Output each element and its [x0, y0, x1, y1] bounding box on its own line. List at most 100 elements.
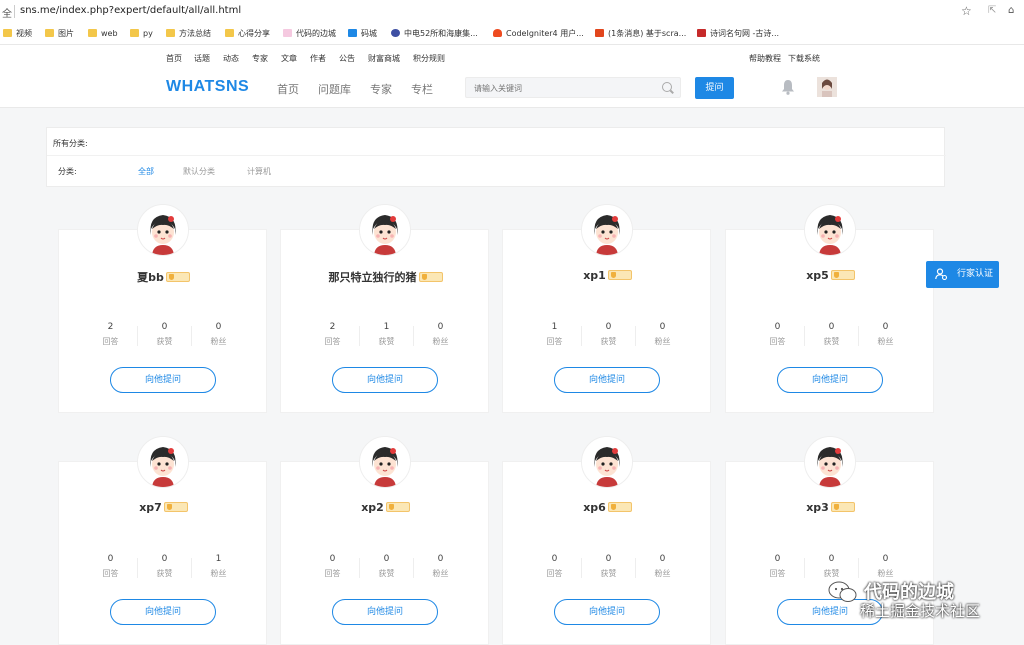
- stat-label: 回答: [102, 569, 119, 578]
- divider: [581, 558, 582, 578]
- stat-value: 0: [437, 554, 444, 564]
- expert-name[interactable]: xp1: [583, 269, 606, 282]
- topnav-link[interactable]: 动态: [223, 53, 239, 64]
- ask-him-button[interactable]: 向他提问: [332, 367, 438, 393]
- site-icon: [697, 29, 706, 37]
- stat-value: 2: [329, 322, 336, 332]
- stat-value: 0: [605, 554, 612, 564]
- stat-value: 0: [659, 554, 666, 564]
- ask-him-button[interactable]: 向他提问: [110, 367, 216, 393]
- stat-item: 0 粉丝: [636, 553, 689, 580]
- topnav-link[interactable]: 财富商城: [368, 53, 400, 64]
- stat-item: 0 获赞: [582, 553, 635, 580]
- stat-value: 1: [215, 554, 222, 564]
- expert-avatar[interactable]: [137, 436, 189, 488]
- site-info-label[interactable]: 全: [2, 5, 12, 20]
- expert-badge-icon: [607, 502, 632, 512]
- expert-name[interactable]: xp3: [806, 501, 829, 514]
- expert-name[interactable]: xp5: [806, 269, 829, 282]
- divider: [47, 155, 946, 156]
- nav-questions[interactable]: 问题库: [318, 81, 351, 97]
- topnav-link[interactable]: 专家: [252, 53, 268, 64]
- bookmark-item[interactable]: 诗词名句网 -古诗...: [697, 27, 779, 41]
- expert-avatar[interactable]: [804, 436, 856, 488]
- expert-avatar[interactable]: [359, 436, 411, 488]
- ask-him-button[interactable]: 向他提问: [110, 599, 216, 625]
- expert-name[interactable]: 夏bb: [137, 271, 164, 284]
- top-nav: 首页 话题 动态 专家 文章 作者 公告 财富商城 积分规则 帮助教程 下载系统: [0, 45, 1024, 70]
- stat-label: 获赞: [156, 337, 173, 346]
- bell-icon[interactable]: [781, 79, 795, 95]
- ask-him-button[interactable]: 向他提问: [777, 367, 883, 393]
- expert-stats: 1 回答 0 获赞 0 粉丝: [528, 321, 688, 351]
- folder-icon: [166, 29, 175, 37]
- ask-him-button[interactable]: 向他提问: [554, 367, 660, 393]
- bookmark-item[interactable]: 代码的边城: [283, 27, 336, 41]
- stat-label: 回答: [769, 337, 786, 346]
- stat-label: 回答: [324, 569, 341, 578]
- bookmark-item[interactable]: 视频: [3, 27, 32, 41]
- url-field[interactable]: sns.me/index.php?expert/default/all/all.…: [20, 5, 241, 16]
- category-computer[interactable]: 计算机: [247, 166, 271, 177]
- expert-name[interactable]: xp6: [583, 501, 606, 514]
- expert-name[interactable]: xp7: [139, 501, 162, 514]
- stat-value: 0: [774, 554, 781, 564]
- extension-icon[interactable]: ⇱: [988, 5, 998, 17]
- expert-avatar[interactable]: [581, 204, 633, 256]
- bookmark-item[interactable]: 心得分享: [225, 27, 270, 41]
- category-all[interactable]: 全部: [138, 166, 154, 177]
- topnav-link[interactable]: 首页: [166, 53, 182, 64]
- bookmark-item[interactable]: 码城: [348, 27, 377, 41]
- bookmark-item[interactable]: web: [88, 27, 118, 41]
- divider: [581, 326, 582, 346]
- bookmark-star-icon[interactable]: ☆: [961, 4, 972, 18]
- bookmark-item[interactable]: 方法总结: [166, 27, 211, 41]
- expert-stats: 0 回答 0 获赞 0 粉丝: [306, 553, 466, 583]
- divider: [804, 558, 805, 578]
- topnav-link[interactable]: 话题: [194, 53, 210, 64]
- nav-columns[interactable]: 专栏: [411, 81, 433, 97]
- bookmark-item[interactable]: 图片: [45, 27, 74, 41]
- stat-item: 0 获赞: [805, 321, 858, 348]
- bookmark-item[interactable]: py: [130, 27, 153, 41]
- expert-avatar[interactable]: [581, 436, 633, 488]
- stat-label: 获赞: [378, 337, 395, 346]
- topnav-link[interactable]: 积分规则: [413, 53, 445, 64]
- expert-name[interactable]: xp2: [361, 501, 384, 514]
- search-input[interactable]: [472, 80, 656, 97]
- ask-him-button[interactable]: 向他提问: [554, 599, 660, 625]
- expert-avatar[interactable]: [359, 204, 411, 256]
- stat-item: 0 回答: [528, 553, 581, 580]
- divider: [635, 558, 636, 578]
- download-link[interactable]: 下载系统: [788, 53, 820, 64]
- ask-question-button[interactable]: 提问: [695, 77, 734, 99]
- category-panel: 所有分类: 分类: 全部 默认分类 计算机: [46, 127, 946, 187]
- stat-item: 0 粉丝: [859, 553, 912, 580]
- stat-value: 0: [215, 322, 222, 332]
- divider: [635, 326, 636, 346]
- expert-card: xp6 0 回答 0 获赞 0 粉丝向他提问: [502, 436, 711, 645]
- user-avatar[interactable]: [817, 77, 837, 97]
- nav-experts[interactable]: 专家: [370, 81, 392, 97]
- expert-avatar[interactable]: [137, 204, 189, 256]
- bookmark-item[interactable]: 中电52所和海康集...: [391, 27, 478, 41]
- category-default[interactable]: 默认分类: [183, 166, 215, 177]
- expert-avatar[interactable]: [804, 204, 856, 256]
- help-link[interactable]: 帮助教程: [749, 53, 781, 64]
- bookmark-item[interactable]: CodeIgniter4 用户...: [493, 27, 584, 41]
- expert-certify-button[interactable]: 行家认证: [926, 261, 999, 288]
- expert-name[interactable]: 那只特立独行的猪: [329, 271, 417, 284]
- topnav-link[interactable]: 公告: [339, 53, 355, 64]
- ask-him-button[interactable]: 向他提问: [332, 599, 438, 625]
- bookmarks-bar: 视频 图片 web py 方法总结 心得分享 代码的边城 码城 中电52所和海康…: [0, 24, 1024, 45]
- nav-home[interactable]: 首页: [277, 81, 299, 97]
- folder-icon: [225, 29, 234, 37]
- site-logo[interactable]: WHATSNS: [166, 78, 249, 96]
- expert-card: 夏bb 2 回答 0 获赞 0 粉丝 向他提问: [58, 204, 267, 413]
- topnav-link[interactable]: 文章: [281, 53, 297, 64]
- search-icon[interactable]: [662, 82, 672, 92]
- bookmark-item[interactable]: (1条消息) 基于scra...: [595, 27, 686, 41]
- stat-label: 获赞: [823, 337, 840, 346]
- topnav-link[interactable]: 作者: [310, 53, 326, 64]
- profile-icon[interactable]: ⌂: [1008, 5, 1014, 16]
